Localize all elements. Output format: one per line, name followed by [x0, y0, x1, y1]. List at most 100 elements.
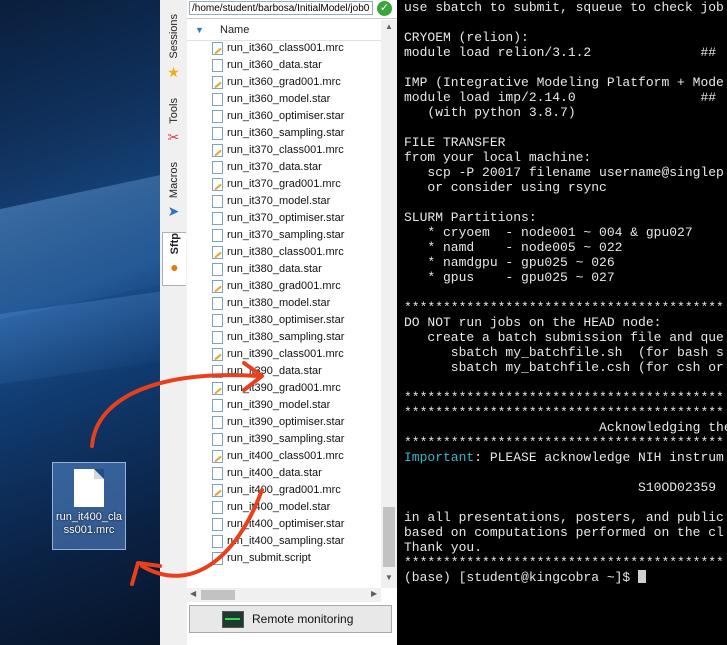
file-name: run_it400_optimiser.star: [227, 518, 345, 530]
file-row[interactable]: run_it380_model.star: [187, 295, 381, 312]
file-icon: [212, 297, 223, 310]
tab-macros[interactable]: Macros ➤: [162, 162, 185, 228]
file-row[interactable]: run_it370_optimiser.star: [187, 210, 381, 227]
desktop-file-label: run_it400_class001.mrc: [55, 511, 123, 536]
file-row[interactable]: run_it380_sampling.star: [187, 329, 381, 346]
file-row[interactable]: run_it360_data.star: [187, 57, 381, 74]
file-row[interactable]: run_it390_class001.mrc: [187, 346, 381, 363]
file-icon: [212, 110, 223, 123]
file-icon: [212, 535, 223, 548]
paper-plane-icon: ➤: [167, 203, 180, 220]
file-name: run_it390_optimiser.star: [227, 416, 345, 428]
terminal-line: IMP (Integrative Modeling Platform + Mod…: [404, 75, 724, 90]
terminal-line: * cryoem - node001 ~ 004 & gpu027: [404, 225, 693, 240]
file-name: run_it360_data.star: [227, 59, 322, 71]
file-name: run_it380_data.star: [227, 263, 322, 275]
file-icon: [212, 161, 223, 174]
file-row[interactable]: run_it380_class001.mrc: [187, 244, 381, 261]
tab-sftp-label: Sftp: [168, 233, 181, 255]
file-icon: [212, 263, 223, 276]
file-icon: [212, 195, 223, 208]
file-row[interactable]: run_it400_class001.mrc: [187, 448, 381, 465]
file-name: run_it380_sampling.star: [227, 331, 345, 343]
file-row[interactable]: run_it370_model.star: [187, 193, 381, 210]
file-row[interactable]: run_it400_optimiser.star: [187, 516, 381, 533]
file-icon: [212, 93, 223, 106]
file-row[interactable]: run_it360_grad001.mrc: [187, 74, 381, 91]
scroll-left-icon[interactable]: ◀: [190, 589, 196, 598]
mrc-file-icon: [212, 178, 223, 191]
mrc-file-icon: [212, 76, 223, 89]
file-name: run_it380_model.star: [227, 297, 331, 309]
file-row[interactable]: run_it360_optimiser.star: [187, 108, 381, 125]
tab-tools[interactable]: Tools ✂: [162, 98, 185, 158]
file-name: run_it390_class001.mrc: [227, 348, 344, 360]
file-row[interactable]: run_it360_model.star: [187, 91, 381, 108]
file-icon: [212, 552, 223, 565]
tools-icon: ✂: [167, 128, 180, 145]
file-icon: [212, 59, 223, 72]
horizontal-scrollbar[interactable]: ◀ ▶: [187, 588, 381, 602]
vertical-scrollbar[interactable]: ▲ ▼: [381, 20, 397, 588]
file-name: run_it380_class001.mrc: [227, 246, 344, 258]
terminal-line: SLURM Partitions:: [404, 210, 537, 225]
tab-sessions[interactable]: Sessions ★: [162, 14, 185, 92]
terminal-line: * namd - node005 ~ 022: [404, 240, 623, 255]
terminal-line: scp -P 20017 filename username@singlep: [404, 165, 724, 180]
terminal-line: * namdgpu - gpu025 ~ 026: [404, 255, 615, 270]
terminal-line: * gpus - gpu025 ~ 027: [404, 270, 615, 285]
mrc-file-icon: [212, 484, 223, 497]
file-row[interactable]: run_it370_class001.mrc: [187, 142, 381, 159]
terminal-line: Thank you.: [404, 540, 483, 555]
terminal[interactable]: use sbatch to submit, squeue to check jo…: [397, 0, 727, 645]
mrc-file-icon: [212, 280, 223, 293]
terminal-line: S10OD02359: [404, 480, 717, 495]
tab-sftp[interactable]: Sftp ●: [162, 232, 186, 286]
file-row[interactable]: run_it380_data.star: [187, 261, 381, 278]
file-row[interactable]: run_it390_optimiser.star: [187, 414, 381, 431]
scroll-thumb[interactable]: [383, 507, 395, 567]
scroll-up-icon[interactable]: ▲: [385, 22, 393, 31]
file-row[interactable]: run_it400_grad001.mrc: [187, 482, 381, 499]
terminal-line: module load imp/2.14.0 ##: [404, 90, 717, 105]
mrc-file-icon: [212, 348, 223, 361]
file-row[interactable]: run_it380_optimiser.star: [187, 312, 381, 329]
terminal-line: or consider using rsync: [404, 180, 607, 195]
scroll-right-icon[interactable]: ▶: [371, 589, 377, 598]
terminal-line: use sbatch to submit, squeue to check jo…: [404, 0, 724, 15]
file-name: run_it370_data.star: [227, 161, 322, 173]
tab-macros-label: Macros: [167, 162, 180, 199]
terminal-line: Acknowledging the: [404, 420, 727, 435]
file-row[interactable]: run_it390_model.star: [187, 397, 381, 414]
file-row[interactable]: run_it390_data.star: [187, 363, 381, 380]
mrc-file-icon: [212, 246, 223, 259]
terminal-line: based on computations performed on the c…: [404, 525, 724, 540]
file-row[interactable]: run_it400_data.star: [187, 465, 381, 482]
file-row[interactable]: run_it390_grad001.mrc: [187, 380, 381, 397]
checkmark-icon[interactable]: ✓: [377, 1, 392, 16]
remote-monitoring-button[interactable]: Remote monitoring: [189, 605, 392, 633]
file-row[interactable]: run_it400_sampling.star: [187, 533, 381, 550]
scroll-thumb[interactable]: [201, 590, 235, 600]
file-row[interactable]: run_it400_model.star: [187, 499, 381, 516]
file-name: run_it360_optimiser.star: [227, 110, 345, 122]
mrc-file-icon: [212, 144, 223, 157]
scroll-down-icon[interactable]: ▼: [385, 573, 393, 582]
terminal-line: sbatch my_batchfile.sh (for bash s: [404, 345, 724, 360]
file-name: run_it390_data.star: [227, 365, 322, 377]
file-row[interactable]: run_it390_sampling.star: [187, 431, 381, 448]
terminal-line: ****************************************…: [404, 555, 724, 570]
file-row[interactable]: run_it370_sampling.star: [187, 227, 381, 244]
sftp-browser: ✓ ▼ Name run_it360_class001.mrc run_it360…: [187, 0, 398, 645]
path-input[interactable]: [189, 1, 373, 15]
file-row[interactable]: run_it360_class001.mrc: [187, 40, 381, 57]
file-row[interactable]: run_it360_sampling.star: [187, 125, 381, 142]
file-row[interactable]: run_submit.script: [187, 550, 381, 567]
file-icon: [212, 518, 223, 531]
file-row[interactable]: run_it370_data.star: [187, 159, 381, 176]
file-row[interactable]: run_it380_grad001.mrc: [187, 278, 381, 295]
highlight-text: Important: [404, 450, 475, 465]
column-header[interactable]: ▼ Name: [187, 20, 381, 41]
file-row[interactable]: run_it370_grad001.mrc: [187, 176, 381, 193]
desktop-file-icon[interactable]: run_it400_class001.mrc: [52, 462, 126, 550]
